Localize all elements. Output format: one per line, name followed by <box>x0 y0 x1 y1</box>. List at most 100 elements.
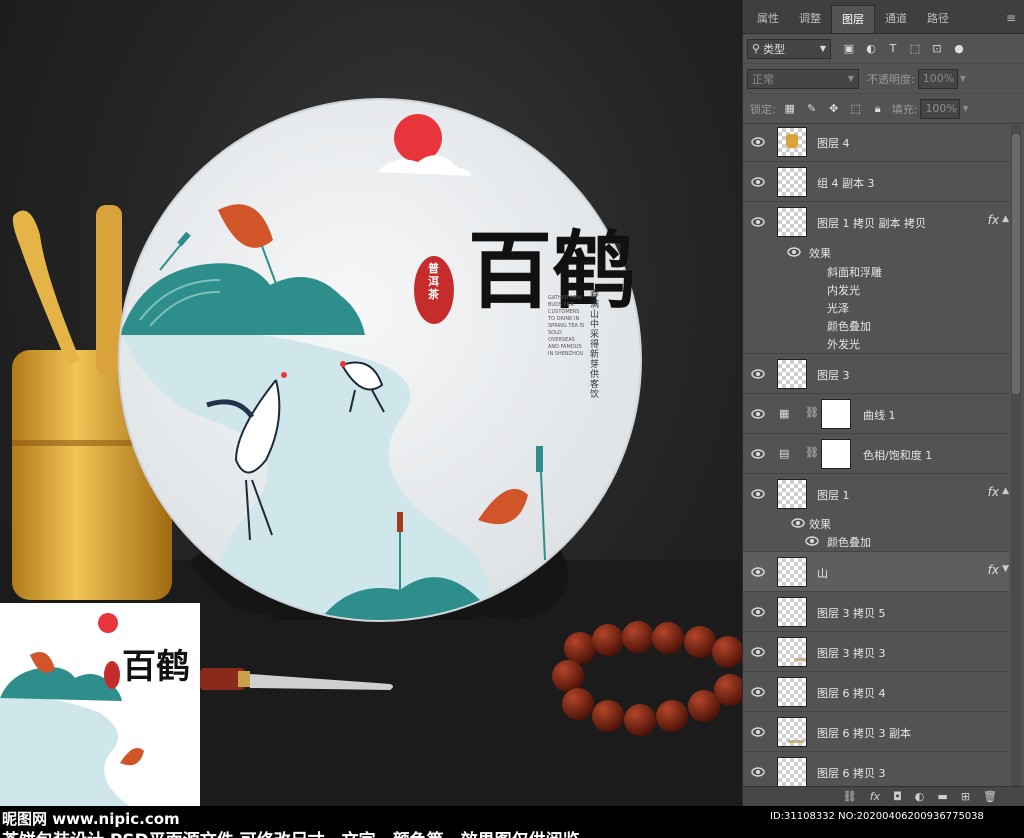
lock-position-icon[interactable]: ✥ <box>826 102 842 115</box>
tab-channels[interactable]: 通道 <box>875 5 917 33</box>
layer-thumbnail <box>777 207 807 237</box>
layer-row[interactable]: 组 4 副本 3 <box>743 162 1009 202</box>
effect-item[interactable]: 外发光 <box>743 334 1009 354</box>
fx-icon[interactable]: fx <box>988 213 999 227</box>
chevron-down-icon[interactable]: ▼ <box>960 74 966 83</box>
effects-group[interactable]: 效果 <box>743 242 1009 262</box>
layer-row-selected[interactable]: 山 fx ▼ <box>743 552 1009 592</box>
layer-name[interactable]: 色相/饱和度 1 <box>863 447 932 463</box>
effect-item[interactable]: 光泽 <box>743 298 1009 316</box>
tab-layers[interactable]: 图层 <box>831 5 875 33</box>
lock-image-icon[interactable]: ✎ <box>804 102 820 115</box>
type-filter-icon[interactable]: T <box>885 42 901 55</box>
layer-name[interactable]: 图层 6 拷贝 4 <box>817 685 886 701</box>
layer-thumbnail <box>777 717 807 747</box>
image-description: 茶饼包装设计 PSD平面源文件 可修改尺寸、文字、颜色等，效果图仅供阅览 <box>2 826 580 838</box>
tagline-en-2: TO DRINK IN SPRING TEA IS SOLD OVERSEAS <box>548 316 585 343</box>
flat-design-preview: 百鹤 <box>0 603 200 806</box>
effect-name: 外发光 <box>827 338 860 351</box>
chevron-up-icon[interactable]: ▲ <box>1002 486 1009 496</box>
layer-name[interactable]: 图层 1 <box>817 487 850 503</box>
layer-name[interactable]: 组 4 副本 3 <box>817 175 875 191</box>
add-mask-icon[interactable]: ◘ <box>893 790 902 803</box>
visibility-eye-icon[interactable] <box>751 645 765 659</box>
smart-object-filter-icon[interactable]: ⊡ <box>929 42 945 55</box>
visibility-eye-icon[interactable] <box>751 135 765 149</box>
layer-row[interactable]: 图层 4 <box>743 122 1009 162</box>
visibility-eye-icon[interactable] <box>751 367 765 381</box>
layer-row[interactable]: 图层 3 拷贝 3 <box>743 632 1009 672</box>
effect-item[interactable]: 斜面和浮雕 <box>743 262 1009 280</box>
chevron-up-icon[interactable]: ▲ <box>1002 214 1009 224</box>
adjustment-layer-row[interactable]: ▦ ⛓︎ 曲线 1 <box>743 394 1009 434</box>
add-style-icon[interactable]: fx <box>870 790 880 803</box>
fx-icon[interactable]: fx <box>988 563 999 577</box>
layer-row[interactable]: 图层 6 拷贝 3 <box>743 752 1009 786</box>
tab-paths[interactable]: 路径 <box>917 5 959 33</box>
layer-name[interactable]: 图层 1 拷贝 副本 拷贝 <box>817 215 926 231</box>
visibility-eye-icon[interactable] <box>751 725 765 739</box>
blend-mode-dropdown[interactable]: 正常 ▼ <box>747 68 859 89</box>
lock-all-icon[interactable]: 🔒︎ <box>870 102 886 116</box>
visibility-eye-icon[interactable] <box>787 245 801 259</box>
opacity-field[interactable]: 100% <box>917 68 958 89</box>
visibility-eye-icon[interactable] <box>751 175 765 189</box>
visibility-eye-icon[interactable] <box>751 447 765 461</box>
layer-name[interactable]: 图层 3 拷贝 5 <box>817 605 886 621</box>
panel-menu-icon[interactable]: ≡ <box>1006 11 1016 25</box>
fill-field[interactable]: 100% <box>920 98 961 119</box>
layer-row[interactable]: 图层 6 拷贝 3 副本 <box>743 712 1009 752</box>
visibility-eye-icon[interactable] <box>805 534 819 548</box>
visibility-eye-icon[interactable] <box>751 407 765 421</box>
new-layer-icon[interactable]: ⊞ <box>961 790 970 803</box>
layer-name[interactable]: 图层 6 拷贝 3 <box>817 765 886 781</box>
visibility-eye-icon[interactable] <box>751 215 765 229</box>
effect-item[interactable]: 颜色叠加 <box>743 532 1009 552</box>
layer-name[interactable]: 图层 3 拷贝 3 <box>817 645 886 661</box>
layer-row[interactable]: 图层 1 拷贝 副本 拷贝 fx ▲ <box>743 202 1009 242</box>
layer-name[interactable]: 图层 3 <box>817 367 850 383</box>
new-group-icon[interactable]: ▬ <box>937 790 947 803</box>
effect-item[interactable]: 内发光 <box>743 280 1009 298</box>
layer-mask-thumbnail[interactable] <box>821 439 851 469</box>
layer-filter-dropdown[interactable]: ⚲ 类型 ▼ <box>747 38 831 59</box>
pixel-filter-icon[interactable]: ▣ <box>841 42 857 55</box>
layer-name[interactable]: 曲线 1 <box>863 407 896 423</box>
lock-transparency-icon[interactable]: ▦ <box>782 102 798 115</box>
shape-filter-icon[interactable]: ⬚ <box>907 42 923 55</box>
adjustment-layer-row[interactable]: ▤ ⛓︎ 色相/饱和度 1 <box>743 434 1009 474</box>
artboard-icon[interactable]: ⬚ <box>848 102 864 115</box>
link-icon[interactable]: ⛓︎ <box>805 406 819 419</box>
layer-name[interactable]: 图层 4 <box>817 135 850 151</box>
preview-title: 百鹤 <box>122 647 190 687</box>
visibility-eye-icon[interactable] <box>751 565 765 579</box>
visibility-eye-icon[interactable] <box>751 765 765 779</box>
adjustment-filter-icon[interactable]: ◐ <box>863 42 879 55</box>
layer-row[interactable]: 图层 1 fx ▲ <box>743 474 1009 514</box>
fx-icon[interactable]: fx <box>988 485 999 499</box>
chevron-down-icon[interactable]: ▼ <box>1002 564 1009 574</box>
tab-adjustments[interactable]: 调整 <box>789 5 831 33</box>
scrollbar-thumb[interactable] <box>1012 134 1020 394</box>
tab-properties[interactable]: 属性 <box>747 5 789 33</box>
layer-row[interactable]: 图层 6 拷贝 4 <box>743 672 1009 712</box>
visibility-eye-icon[interactable] <box>751 487 765 501</box>
link-icon[interactable]: ⛓︎ <box>805 446 819 459</box>
layer-name[interactable]: 图层 6 拷贝 3 副本 <box>817 725 911 741</box>
layer-name[interactable]: 山 <box>817 565 828 581</box>
visibility-eye-icon[interactable] <box>791 516 805 530</box>
filter-label: 类型 <box>763 42 786 56</box>
chevron-down-icon[interactable]: ▼ <box>962 104 968 113</box>
layers-scrollbar[interactable] <box>1011 122 1021 786</box>
effects-group[interactable]: 效果 <box>743 514 1009 532</box>
effect-item[interactable]: 颜色叠加 <box>743 316 1009 334</box>
filter-toggle-icon[interactable]: ● <box>951 42 967 55</box>
layer-mask-thumbnail[interactable] <box>821 399 851 429</box>
layer-row[interactable]: 图层 3 <box>743 354 1009 394</box>
layer-row[interactable]: 图层 3 拷贝 5 <box>743 592 1009 632</box>
visibility-eye-icon[interactable] <box>751 685 765 699</box>
visibility-eye-icon[interactable] <box>751 605 765 619</box>
new-adjustment-icon[interactable]: ◐ <box>915 790 925 803</box>
link-layers-icon[interactable]: ⛓︎ <box>843 790 857 803</box>
delete-layer-icon[interactable]: 🗑︎ <box>983 790 997 803</box>
